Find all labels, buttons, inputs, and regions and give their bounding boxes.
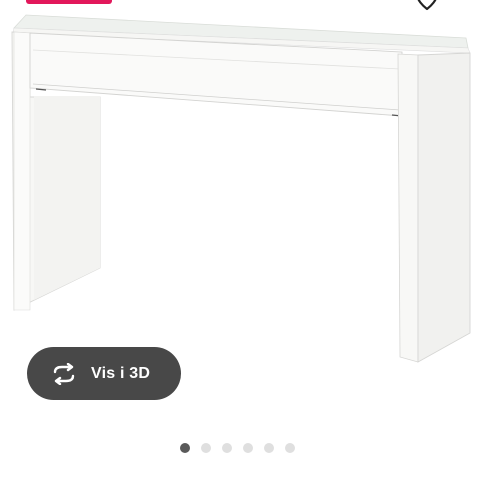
carousel-dot[interactable] [285, 443, 295, 453]
desk-right-side [417, 52, 471, 363]
carousel-dot[interactable] [222, 443, 232, 453]
carousel-dot[interactable] [201, 443, 211, 453]
carousel-dots [180, 443, 306, 453]
carousel-dot[interactable] [243, 443, 253, 453]
desk-left-leg-front [13, 31, 31, 311]
rotate-3d-icon [53, 362, 75, 385]
carousel-dot[interactable] [264, 443, 274, 453]
desk-right-leg [397, 53, 419, 363]
view-in-3d-button[interactable]: Vis i 3D [27, 347, 181, 400]
product-gallery: Vis i 3D [0, 0, 480, 480]
carousel-dot[interactable] [180, 443, 190, 453]
view-in-3d-label: Vis i 3D [91, 364, 151, 382]
